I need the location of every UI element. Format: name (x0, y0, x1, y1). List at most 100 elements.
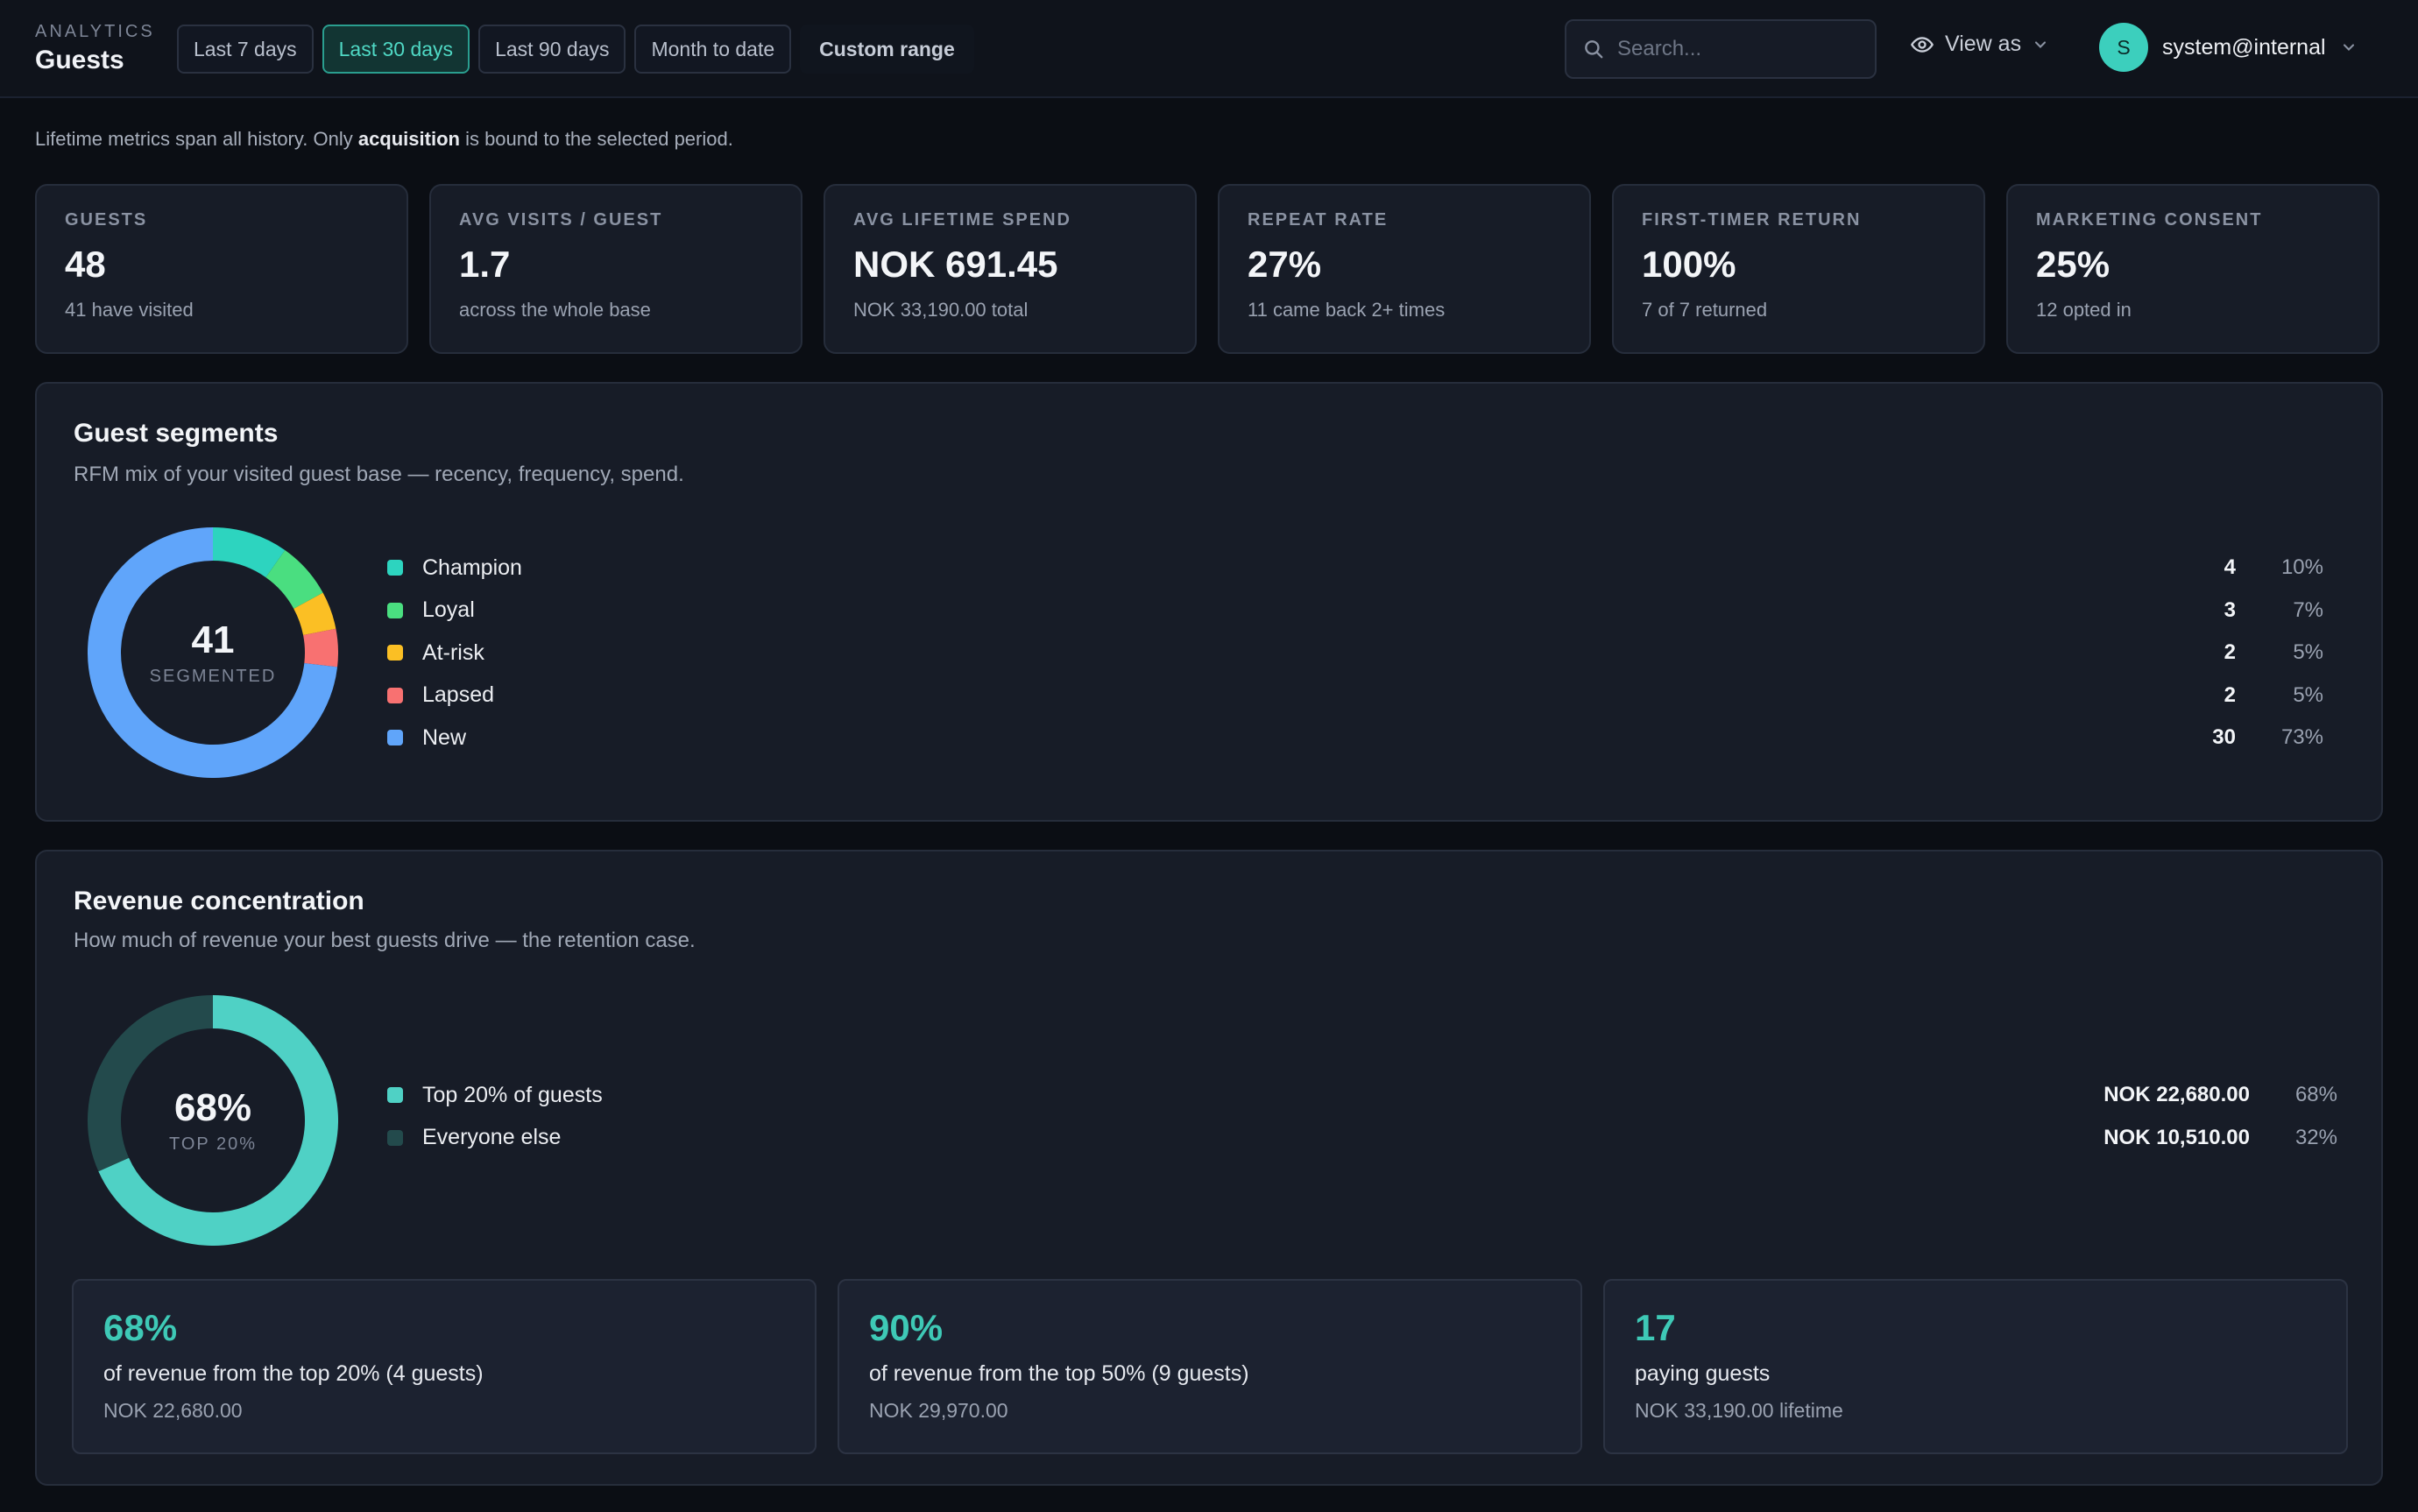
donut-center-value: 41 (191, 618, 235, 661)
legend-label: New (422, 724, 467, 750)
panel-description: RFM mix of your visited guest base — rec… (74, 463, 684, 486)
stat-card-top-50: 90% of revenue from the top 50% (9 guest… (838, 1279, 1582, 1454)
stat-description: of revenue from the top 50% (9 guests) (869, 1361, 1249, 1386)
kpi-value: 25% (2036, 244, 2110, 285)
page-header: ANALYTICS Guests (35, 21, 155, 77)
kpi-label: FIRST-TIMER RETURN (1642, 210, 1862, 230)
legend-count: 2 (2224, 682, 2236, 707)
legend-row-new: New 30 73% (387, 717, 2358, 760)
revenue-stat-cards: 68% of revenue from the top 20% (4 guest… (72, 1279, 2348, 1454)
kpi-value: 27% (1248, 244, 1322, 285)
panel-title: Guest segments (74, 419, 279, 448)
revenue-concentration-panel: Revenue concentration How much of revenu… (35, 850, 2383, 1486)
kpi-card-marketing-consent: MARKETING CONSENT 25% 12 opted in (2006, 184, 2379, 354)
eye-icon (1910, 36, 1934, 53)
kpi-subtext: 12 opted in (2036, 299, 2132, 321)
revenue-legend: Top 20% of guests NOK 22,680.00 68% Ever… (387, 1074, 2358, 1159)
legend-label: Top 20% of guests (422, 1082, 603, 1107)
legend-label: At-risk (422, 639, 484, 665)
stat-value: 17 (1635, 1307, 1676, 1348)
search-input[interactable]: Search... (1565, 19, 1877, 79)
stat-subtext: NOK 33,190.00 lifetime (1635, 1399, 1843, 1422)
kpi-label: GUESTS (65, 210, 148, 230)
kpi-value: NOK 691.45 (853, 244, 1058, 285)
user-email: system@internal (2162, 34, 2326, 60)
kpi-label: REPEAT RATE (1248, 210, 1389, 230)
section-kicker: ANALYTICS (35, 22, 155, 41)
legend-amount: NOK 22,680.00 (2103, 1083, 2250, 1107)
range-last-90-days[interactable]: Last 90 days (478, 25, 626, 74)
legend-swatch (387, 687, 403, 703)
donut-center: 41 SEGMENTED (88, 527, 338, 778)
kpi-subtext: 7 of 7 returned (1642, 299, 1768, 321)
page-title: Guests (35, 46, 124, 74)
kpi-subtext: NOK 33,190.00 total (853, 299, 1029, 321)
legend-swatch (387, 1087, 403, 1104)
panel-title: Revenue concentration (74, 887, 364, 915)
legend-row-lapsed: Lapsed 2 5% (387, 675, 2358, 717)
range-last-30-days[interactable]: Last 30 days (322, 25, 470, 74)
kpi-card-avg-lifetime-spend: AVG LIFETIME SPEND NOK 691.45 NOK 33,190… (824, 184, 1197, 354)
range-month-to-date[interactable]: Month to date (634, 25, 792, 74)
legend-amount: NOK 10,510.00 (2103, 1125, 2250, 1149)
kpi-subtext: 11 came back 2+ times (1248, 299, 1446, 321)
stat-value: 68% (103, 1307, 178, 1348)
legend-swatch (387, 645, 403, 661)
donut-center-label: TOP 20% (169, 1134, 257, 1154)
kpi-label: AVG LIFETIME SPEND (853, 210, 1071, 230)
legend-percent: 7% (2293, 597, 2323, 622)
legend-swatch (387, 602, 403, 618)
legend-row-top-20: Top 20% of guests NOK 22,680.00 68% (387, 1074, 2358, 1117)
kpi-subtext: across the whole base (459, 299, 651, 321)
kpi-label: MARKETING CONSENT (2036, 210, 2263, 230)
donut-center: 68% TOP 20% (88, 995, 338, 1246)
revenue-donut: 68% TOP 20% (88, 995, 338, 1246)
view-as-label: View as (1945, 32, 2022, 56)
legend-percent: 5% (2293, 682, 2323, 707)
search-icon (1585, 40, 1603, 59)
legend-row-champion: Champion 4 10% (387, 547, 2358, 590)
kpi-label: AVG VISITS / GUEST (459, 210, 663, 230)
user-menu[interactable]: S system@internal (2099, 23, 2358, 72)
guest-segments-panel: Guest segments RFM mix of your visited g… (35, 382, 2383, 822)
view-as-menu[interactable]: View as (1910, 32, 2049, 57)
legend-count: 30 (2212, 725, 2236, 750)
stat-subtext: NOK 29,970.00 (869, 1399, 1008, 1422)
stat-value: 90% (869, 1307, 944, 1348)
legend-swatch (387, 560, 403, 576)
stat-card-top-20: 68% of revenue from the top 20% (4 guest… (72, 1279, 817, 1454)
legend-percent: 68% (2294, 1083, 2337, 1107)
legend-row-everyone-else: Everyone else NOK 10,510.00 32% (387, 1117, 2358, 1160)
chevron-down-icon (2343, 44, 2354, 51)
kpi-value: 1.7 (459, 244, 511, 285)
segments-donut: 41 SEGMENTED (88, 527, 338, 778)
legend-row-loyal: Loyal 3 7% (387, 590, 2358, 632)
legend-percent: 73% (2280, 725, 2323, 750)
top-bar: ANALYTICS Guests Last 7 days Last 30 day… (0, 0, 2418, 98)
period-note-emphasis: acquisition (357, 128, 460, 150)
legend-row-at-risk: At-risk 2 5% (387, 632, 2358, 675)
stat-card-paying-guests: 17 paying guests NOK 33,190.00 lifetime (1603, 1279, 2348, 1454)
legend-percent: 10% (2280, 555, 2323, 580)
legend-count: 2 (2224, 640, 2236, 665)
chevron-down-icon (2035, 40, 2047, 48)
custom-range-button[interactable]: Custom range (800, 25, 974, 74)
range-last-7-days[interactable]: Last 7 days (177, 25, 314, 74)
kpi-row: GUESTS 48 41 have visited AVG VISITS / G… (35, 184, 2379, 354)
avatar: S (2099, 23, 2148, 72)
legend-label: Lapsed (422, 682, 495, 708)
donut-center-value: 68% (173, 1085, 252, 1129)
legend-percent: 5% (2293, 640, 2323, 665)
period-note-prefix: Lifetime metrics span all history. Only (35, 128, 358, 150)
kpi-card-first-timer-return: FIRST-TIMER RETURN 100% 7 of 7 returned (1612, 184, 1985, 354)
period-note: Lifetime metrics span all history. Only … (35, 128, 733, 151)
legend-label: Everyone else (422, 1125, 562, 1150)
kpi-card-avg-visits: AVG VISITS / GUEST 1.7 across the whole … (429, 184, 802, 354)
period-note-suffix: is bound to the selected period. (459, 128, 733, 150)
kpi-value: 48 (65, 244, 106, 285)
legend-count: 3 (2224, 597, 2236, 622)
kpi-subtext: 41 have visited (65, 299, 194, 321)
stat-description: paying guests (1635, 1361, 1771, 1386)
panel-description: How much of revenue your best guests dri… (74, 929, 696, 952)
kpi-card-repeat-rate: REPEAT RATE 27% 11 came back 2+ times (1218, 184, 1591, 354)
